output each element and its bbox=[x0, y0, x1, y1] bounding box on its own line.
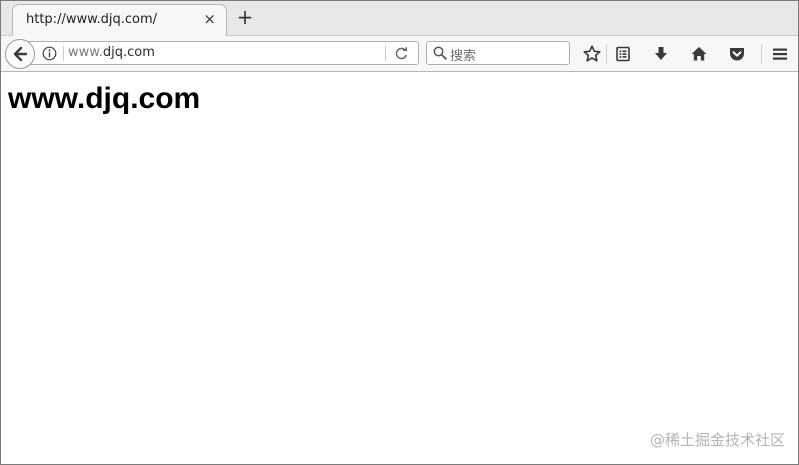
pocket-icon[interactable] bbox=[727, 44, 747, 64]
info-icon[interactable] bbox=[42, 46, 57, 61]
reload-separator bbox=[385, 46, 386, 61]
search-icon bbox=[433, 46, 447, 60]
star-icon[interactable] bbox=[582, 44, 602, 64]
reading-list-icon[interactable] bbox=[613, 44, 633, 64]
download-icon[interactable] bbox=[651, 44, 671, 64]
back-button[interactable] bbox=[5, 39, 35, 69]
url-host: djq.com bbox=[102, 45, 155, 60]
tab-title: http://www.djq.com/ bbox=[26, 12, 158, 27]
reload-icon[interactable] bbox=[394, 46, 409, 61]
close-icon[interactable]: × bbox=[203, 11, 216, 27]
search-bar[interactable]: 搜索 bbox=[426, 41, 570, 65]
url-text[interactable]: www.djq.com bbox=[68, 45, 155, 60]
address-bar[interactable]: www.djq.com bbox=[28, 41, 419, 65]
home-icon[interactable] bbox=[689, 44, 709, 64]
url-separator bbox=[63, 46, 64, 61]
new-tab-button[interactable]: + bbox=[234, 6, 256, 28]
tab-active[interactable]: http://www.djq.com/ × bbox=[12, 4, 227, 37]
toolbar-separator bbox=[606, 44, 607, 64]
navigation-toolbar: www.djq.com 搜索 bbox=[0, 36, 799, 72]
menu-icon[interactable] bbox=[770, 44, 790, 64]
search-placeholder: 搜索 bbox=[450, 49, 477, 64]
toolbar-separator bbox=[761, 44, 762, 64]
watermark: @稀土掘金技术社区 bbox=[649, 431, 785, 449]
back-arrow-icon bbox=[13, 46, 28, 62]
url-prefix: www. bbox=[68, 45, 103, 60]
page-heading: www.djq.com bbox=[8, 82, 201, 115]
tab-strip: http://www.djq.com/ × + bbox=[0, 0, 799, 37]
page-content: www.djq.com @稀土掘金技术社区 bbox=[0, 72, 799, 465]
